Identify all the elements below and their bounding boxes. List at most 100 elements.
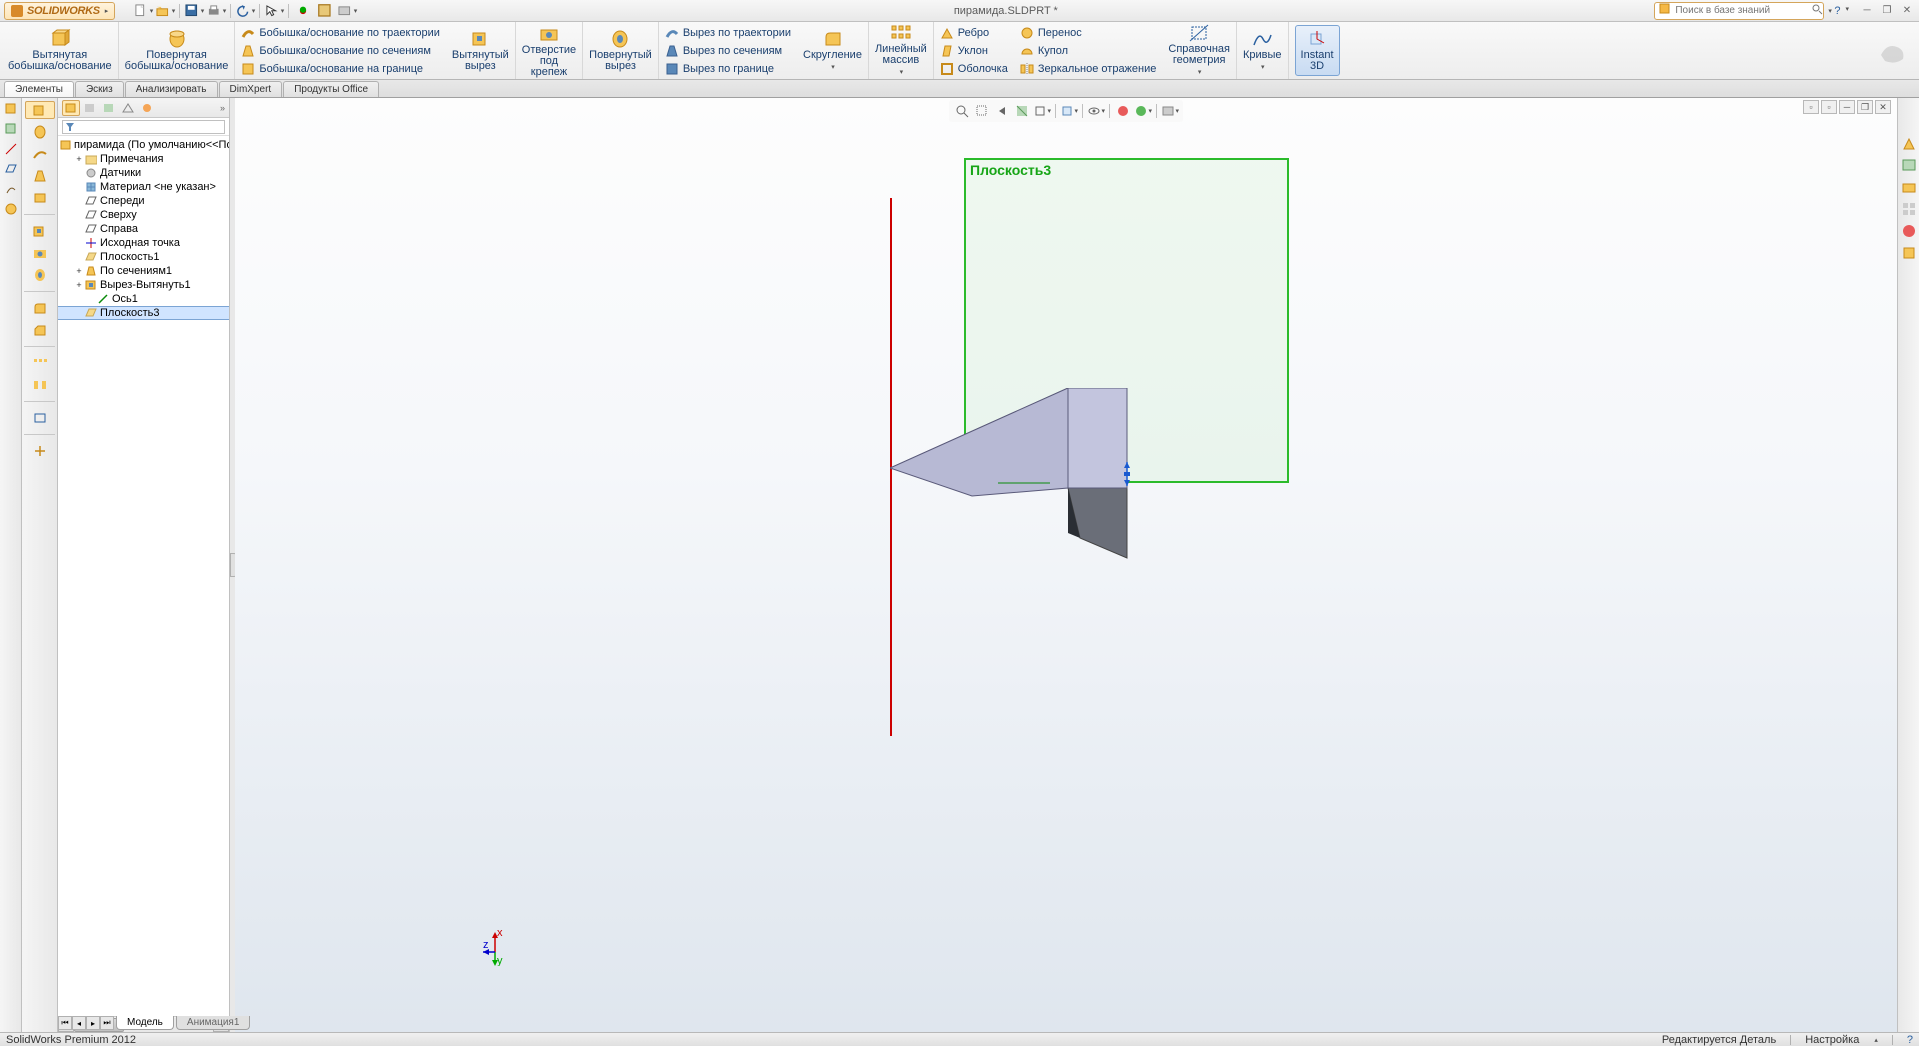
chevron-down-icon[interactable]: ▾ [1828, 7, 1832, 15]
hole-wizard-button[interactable]: Отверстие под крепеж [522, 24, 576, 78]
reference-geometry-button[interactable]: Справочная геометрия▾ [1168, 23, 1230, 78]
revolve-button[interactable] [25, 123, 55, 141]
tree-item[interactable]: Сверху [58, 208, 229, 222]
tree-item[interactable]: Плоскость3 [58, 306, 229, 320]
new-file-button[interactable]: ▾ [133, 2, 153, 20]
tab-features[interactable]: Элементы [4, 81, 74, 97]
app-menu[interactable]: SOLIDWORKS ▸ [4, 2, 115, 20]
refgeom-tb-button[interactable] [25, 409, 55, 427]
curves-button[interactable]: Кривые▾ [1243, 29, 1282, 73]
select-button[interactable]: ▾ [264, 2, 284, 20]
open-file-button[interactable]: ▾ [155, 2, 175, 20]
loft-button[interactable] [25, 167, 55, 185]
model-geometry[interactable] [890, 388, 1150, 578]
pattern-button[interactable] [25, 354, 55, 372]
filter-surface-button[interactable] [2, 120, 20, 138]
draft-button[interactable]: Уклон [938, 42, 1010, 59]
last-tab-button[interactable]: ⏭ [100, 1016, 114, 1030]
prev-tab-button[interactable]: ◂ [72, 1016, 86, 1030]
drag-handle[interactable] [1121, 462, 1133, 486]
tree-filter-input[interactable] [62, 120, 225, 134]
first-tab-button[interactable]: ⏮ [58, 1016, 72, 1030]
filter-plane-button[interactable] [2, 160, 20, 178]
instant3d-button[interactable]: Instant 3D [1295, 25, 1340, 76]
rebuild-button[interactable] [293, 2, 313, 20]
filter-all-button[interactable] [2, 200, 20, 218]
mirror-tb-button[interactable] [25, 376, 55, 394]
mirror-button[interactable]: Зеркальное отражение [1018, 60, 1159, 77]
swept-boss-button[interactable]: Бобышка/основание по траектории [239, 24, 442, 41]
design-library-tab[interactable] [1900, 156, 1918, 174]
tree-item[interactable]: Спереди [58, 194, 229, 208]
minimize-button[interactable]: ─ [1859, 4, 1875, 18]
restore-button[interactable]: ❐ [1879, 4, 1895, 18]
next-tab-button[interactable]: ▸ [86, 1016, 100, 1030]
custom-props-tab[interactable] [1900, 244, 1918, 262]
screen-capture-button[interactable]: ▾ [337, 2, 357, 20]
search-box[interactable]: ▾ [1654, 2, 1824, 20]
swept-cut-button[interactable]: Вырез по траектории [663, 24, 793, 41]
tree-item[interactable]: Ось1 [58, 292, 229, 306]
cut-revolve-button[interactable] [25, 266, 55, 284]
tab-office[interactable]: Продукты Office [283, 81, 379, 97]
tree-item[interactable]: +Примечания [58, 152, 229, 166]
appearances-tab[interactable] [1900, 222, 1918, 240]
tree-root[interactable]: пирамида (По умолчанию<<По умол [58, 138, 229, 152]
print-button[interactable]: ▾ [206, 2, 226, 20]
model-tab[interactable]: Модель [116, 1016, 174, 1030]
tree-item[interactable]: Справа [58, 222, 229, 236]
tree-item[interactable]: Исходная точка [58, 236, 229, 250]
tree-item[interactable]: Плоскость1 [58, 250, 229, 264]
cut-extrude-button[interactable] [25, 222, 55, 240]
tab-evaluate[interactable]: Анализировать [125, 81, 218, 97]
file-explorer-tab[interactable] [1900, 178, 1918, 196]
tree-item[interactable]: +Вырез-Вытянуть1 [58, 278, 229, 292]
boundary-button[interactable] [25, 189, 55, 207]
chamfer-button[interactable] [25, 321, 55, 339]
fillet-button[interactable]: Скругление▾ [803, 29, 862, 73]
tree-item[interactable]: Датчики [58, 166, 229, 180]
hole-button[interactable] [25, 244, 55, 262]
help-icon[interactable]: ? [1907, 1034, 1913, 1046]
lofted-cut-button[interactable]: Вырез по сечениям [663, 42, 793, 59]
revolved-cut-button[interactable]: Повернутый вырез [589, 29, 652, 72]
expand-tree-button[interactable]: » [220, 103, 225, 113]
tree-item[interactable]: Материал <не указан> [58, 180, 229, 194]
orientation-triad[interactable]: x y z [483, 930, 513, 966]
extruded-cut-button[interactable]: Вытянутый вырез [452, 29, 509, 72]
tab-dimxpert[interactable]: DimXpert [219, 81, 283, 97]
property-manager-tab[interactable] [81, 100, 99, 116]
filter-solid-button[interactable] [2, 100, 20, 118]
animation-tab[interactable]: Анимация1 [176, 1016, 251, 1030]
help-button[interactable]: ?▾ [1834, 5, 1849, 17]
shell-button[interactable]: Оболочка [938, 60, 1010, 77]
feature-tree-tab[interactable] [62, 100, 80, 116]
save-button[interactable]: ▾ [184, 2, 204, 20]
options-button[interactable] [315, 2, 335, 20]
extrude-button[interactable] [25, 101, 55, 119]
filter-axis-button[interactable] [2, 140, 20, 158]
extruded-boss-button[interactable]: Вытянутая бобышка/основание [8, 29, 112, 72]
revolved-boss-button[interactable]: Повернутая бобышка/основание [125, 29, 229, 72]
filter-sketch-button[interactable] [2, 180, 20, 198]
view-palette-tab[interactable] [1900, 200, 1918, 218]
move-button[interactable] [25, 442, 55, 460]
wrap-button[interactable]: Перенос [1018, 24, 1159, 41]
graphics-viewport[interactable]: ▾ ▾ ▾ ▾ ▾ ▫ ▫ ─ ❐ ✕ Плоскость3 [235, 98, 1897, 1032]
close-button[interactable]: ✕ [1899, 4, 1915, 18]
dimxpert-tab[interactable] [119, 100, 137, 116]
configuration-tab[interactable] [100, 100, 118, 116]
tab-sketch[interactable]: Эскиз [75, 81, 124, 97]
rib-button[interactable]: Ребро [938, 24, 1010, 41]
tree-item[interactable]: +По сечениям1 [58, 264, 229, 278]
boundary-cut-button[interactable]: Вырез по границе [663, 60, 793, 77]
dome-button[interactable]: Купол [1018, 42, 1159, 59]
search-icon[interactable] [1811, 3, 1823, 18]
lofted-boss-button[interactable]: Бобышка/основание по сечениям [239, 42, 442, 59]
fillet-tb-button[interactable] [25, 299, 55, 317]
linear-pattern-button[interactable]: Линейный массив▾ [875, 23, 927, 78]
resources-tab[interactable] [1900, 134, 1918, 152]
search-input[interactable] [1675, 5, 1807, 16]
status-customize[interactable]: Настройка [1805, 1034, 1859, 1046]
display-tab[interactable] [138, 100, 156, 116]
